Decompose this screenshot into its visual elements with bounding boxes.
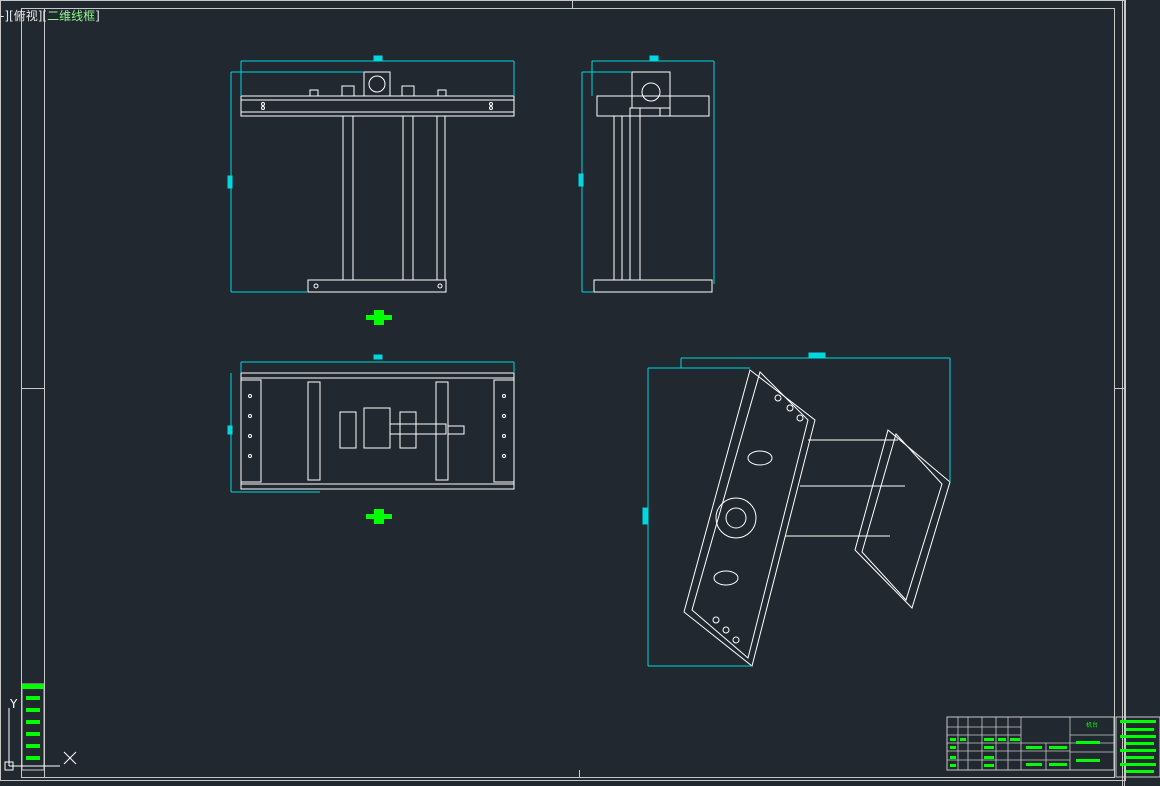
view-menu[interactable]: 俯视 xyxy=(14,9,38,23)
front-view[interactable] xyxy=(240,71,515,293)
ucs-y-label: Y xyxy=(9,697,18,711)
front-view-dimensions xyxy=(227,55,515,293)
revision-strip xyxy=(21,683,45,771)
side-view[interactable] xyxy=(593,71,713,293)
title-block: 机台 xyxy=(946,716,1115,771)
visual-style-menu[interactable]: 二维线框 xyxy=(47,9,95,23)
top-view[interactable] xyxy=(240,372,515,490)
top-view-dimensions xyxy=(227,354,515,493)
isometric-view-dimensions xyxy=(642,352,951,667)
model-space-canvas[interactable]: Y 机台 -][俯视][二维线框] xyxy=(0,0,1160,786)
ucs-icon xyxy=(4,708,77,771)
drawing-frame xyxy=(0,0,1126,786)
title-block-title: 机台 xyxy=(1086,721,1098,729)
grip-markers[interactable] xyxy=(366,310,392,524)
isometric-view[interactable] xyxy=(683,369,951,667)
drawing-sheet[interactable]: Y 机台 xyxy=(0,0,1160,786)
viewport-controls[interactable]: -][俯视][二维线框] xyxy=(0,8,100,24)
side-view-dimensions xyxy=(578,55,715,293)
